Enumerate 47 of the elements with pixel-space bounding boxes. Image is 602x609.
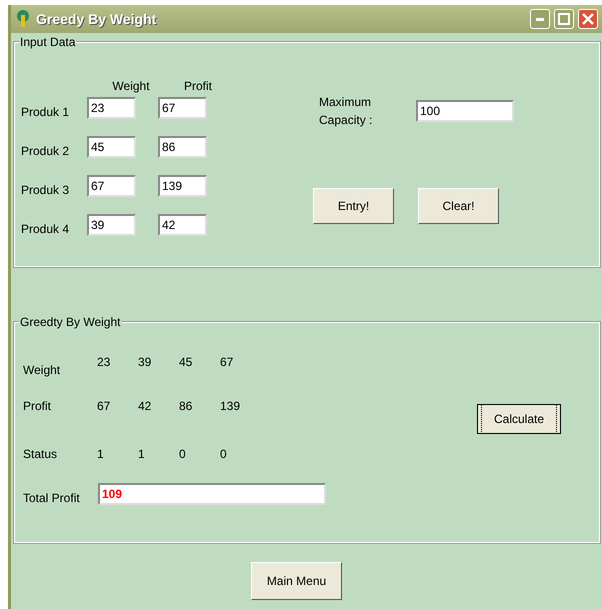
- product-label: Produk 3: [21, 182, 70, 199]
- weight-field[interactable]: 23: [87, 97, 136, 119]
- table-cell-text: 67: [97, 398, 112, 415]
- profit-field[interactable]: 42: [158, 214, 207, 236]
- table-cell-text: 86: [179, 398, 194, 415]
- weight-field[interactable]: 39: [87, 214, 136, 236]
- close-icon: [582, 13, 594, 25]
- weight-field[interactable]: 67: [87, 175, 136, 197]
- table-cell-text: 0: [220, 446, 228, 463]
- calculate-button[interactable]: Calculate: [477, 404, 561, 434]
- profit-field[interactable]: 86: [158, 136, 207, 158]
- app-icon: [15, 10, 31, 28]
- product-label: Produk 1: [21, 104, 70, 121]
- table-cell-text: 1: [97, 446, 105, 463]
- minimize-button[interactable]: [530, 9, 550, 29]
- table-cell-text: 0: [179, 446, 187, 463]
- maximize-button[interactable]: [554, 9, 574, 29]
- column-header: Profit: [182, 78, 213, 95]
- window-title: Greedy By Weight: [36, 10, 156, 29]
- row-label: Status: [23, 446, 58, 463]
- main-menu-button[interactable]: Main Menu: [251, 562, 342, 600]
- profit-field[interactable]: 67: [158, 97, 207, 119]
- product-label: Produk 4: [21, 221, 70, 238]
- frame-title: Greedty By Weight: [19, 315, 122, 329]
- column-header: Weight: [111, 78, 151, 95]
- minimize-icon: [536, 17, 544, 21]
- table-cell-text: 45: [179, 354, 194, 371]
- total-profit-field[interactable]: 109: [98, 483, 326, 505]
- total-profit-label: Total Profit: [23, 490, 81, 507]
- row-label: Weight: [23, 362, 62, 379]
- table-cell-text: 1: [138, 446, 146, 463]
- table-cell-text: 42: [138, 398, 152, 415]
- profit-field[interactable]: 139: [158, 175, 207, 197]
- row-label: Profit: [23, 398, 52, 415]
- table-cell-text: 23: [97, 354, 112, 371]
- maximize-icon: [558, 13, 570, 25]
- table-cell-text: 67: [220, 354, 234, 371]
- form-button[interactable]: Clear!: [418, 188, 499, 224]
- form-button[interactable]: Entry!: [313, 188, 394, 224]
- frame-title: Input Data: [19, 35, 76, 49]
- table-cell-text: 139: [220, 398, 242, 415]
- capacity-field[interactable]: 100: [416, 100, 514, 122]
- capacity-label: Maximum Capacity :: [319, 94, 374, 129]
- weight-field[interactable]: 45: [87, 136, 136, 158]
- close-button[interactable]: [578, 9, 598, 29]
- table-cell-text: 39: [138, 354, 152, 371]
- product-label: Produk 2: [21, 143, 70, 160]
